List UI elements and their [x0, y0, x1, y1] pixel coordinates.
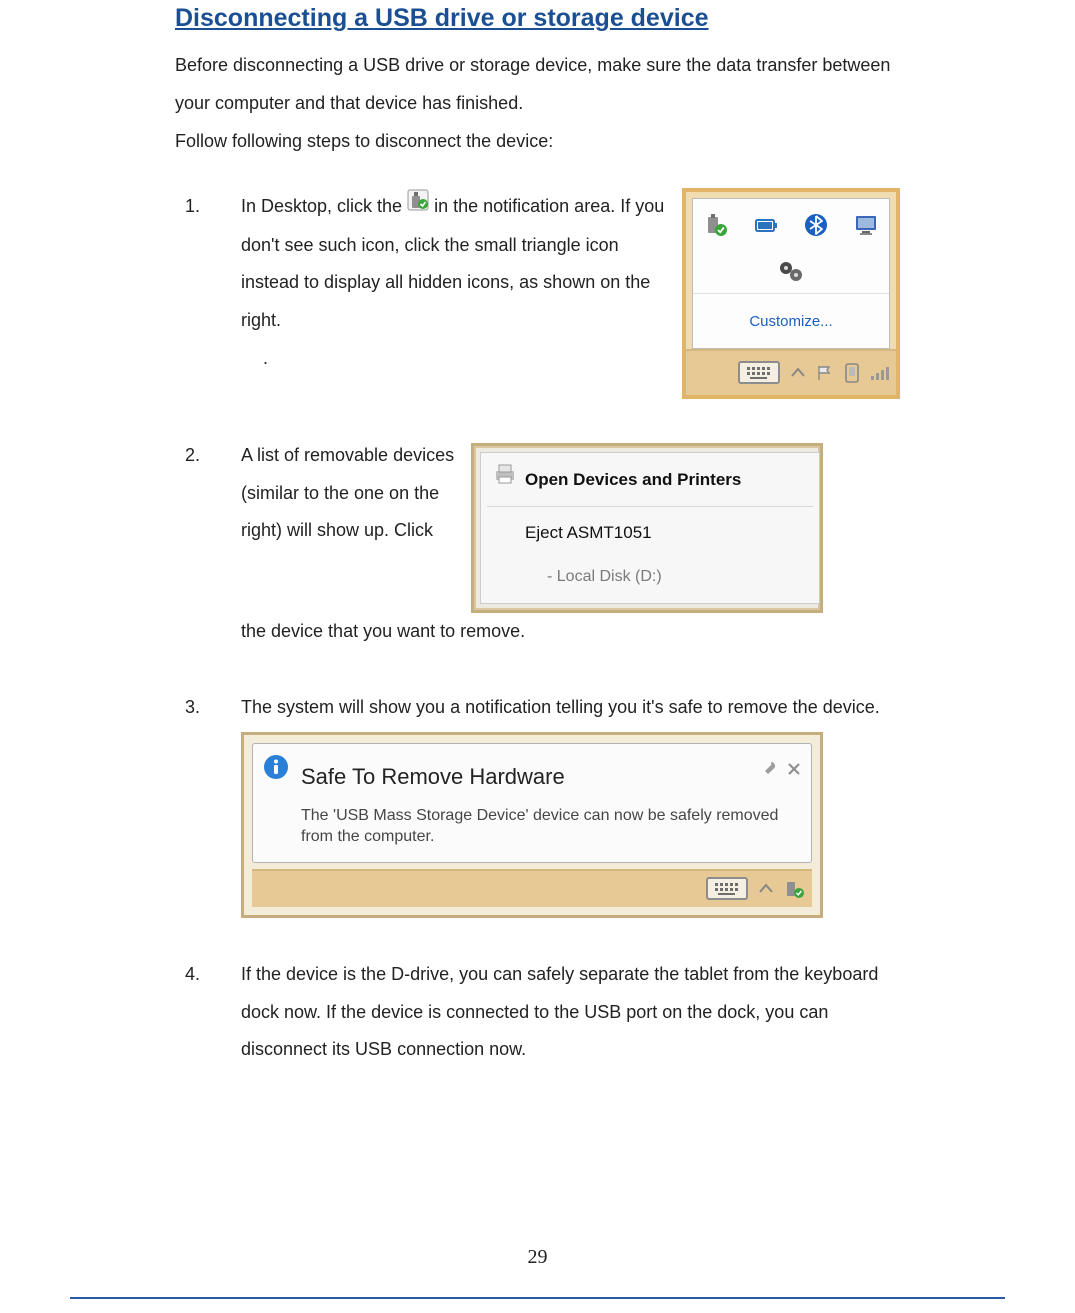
page-number: 29 — [0, 1246, 1075, 1269]
step-2-text-bottom: the device that you want to remove. — [241, 613, 900, 651]
battery-icon — [754, 213, 778, 237]
step-1-text: In Desktop, click the in the notificatio… — [241, 188, 672, 377]
intro-p2: Follow following steps to disconnect the… — [175, 131, 553, 151]
step-4-text: If the device is the D-drive, you can sa… — [241, 956, 900, 1069]
step-1-text-b: in the notification area. If you don't s… — [241, 196, 664, 330]
keyboard-icon — [738, 361, 780, 384]
customize-link[interactable]: Customize... — [693, 293, 889, 348]
eject-device-item[interactable]: Eject ASMT1051 — [481, 510, 819, 556]
chevron-up-icon[interactable] — [758, 881, 774, 897]
taskbar — [252, 869, 812, 907]
wrench-icon[interactable] — [761, 752, 777, 790]
section-heading: Disconnecting a USB drive or storage dev… — [175, 4, 900, 33]
taskbar — [686, 349, 896, 395]
notification-balloon: Safe To Remove Hardware The 'USB Mass St… — [252, 743, 812, 862]
close-icon[interactable] — [787, 752, 801, 790]
intro-p1: Before disconnecting a USB drive or stor… — [175, 55, 890, 113]
menu-separator — [487, 506, 813, 507]
open-devices-label: Open Devices and Printers — [525, 470, 741, 489]
step-3-text: The system will show you a notification … — [241, 689, 900, 727]
footer-rule — [70, 1297, 1005, 1299]
balloon-message: The 'USB Mass Storage Device' device can… — [301, 805, 797, 848]
chevron-up-icon[interactable] — [790, 365, 806, 381]
step-2: 2. A list of removable devices (similar … — [185, 437, 900, 651]
keyboard-icon — [706, 877, 748, 900]
local-disk-item[interactable]: - Local Disk (D:) — [481, 555, 819, 599]
step-1: 1. In Desktop, click the — [185, 188, 900, 399]
monitor-icon — [854, 213, 878, 237]
step-4: 4. If the device is the D-drive, you can… — [185, 956, 900, 1069]
printer-icon — [493, 462, 517, 498]
step-2-text-top: A list of removable devices (similar to … — [241, 437, 461, 550]
safe-remove-screenshot: Safe To Remove Hardware The 'USB Mass St… — [241, 732, 823, 917]
step-number: 1. — [185, 188, 213, 399]
notification-tray-screenshot: Customize... — [682, 188, 900, 399]
step-3: 3. The system will show you a notificati… — [185, 689, 900, 918]
eject-menu-screenshot: Open Devices and Printers Eject ASMT1051… — [471, 443, 823, 613]
step-1-dot: . — [241, 340, 672, 378]
open-devices-item[interactable]: Open Devices and Printers — [481, 457, 819, 503]
info-icon — [263, 754, 289, 794]
step-number: 3. — [185, 689, 213, 918]
signal-icon — [870, 365, 890, 381]
step-number: 2. — [185, 437, 213, 651]
flag-icon — [816, 364, 834, 382]
safely-remove-icon — [407, 187, 429, 225]
safely-remove-icon — [704, 213, 728, 237]
gear-pair-icon — [778, 259, 804, 283]
step-number: 4. — [185, 956, 213, 1069]
bluetooth-icon — [804, 213, 828, 237]
intro-block: Before disconnecting a USB drive or stor… — [175, 47, 900, 160]
step-1-text-a: In Desktop, click the — [241, 196, 407, 216]
device-icon — [844, 363, 860, 383]
safely-remove-icon — [784, 879, 804, 899]
tray-popup: Customize... — [692, 198, 890, 349]
balloon-title: Safe To Remove Hardware — [301, 754, 797, 800]
